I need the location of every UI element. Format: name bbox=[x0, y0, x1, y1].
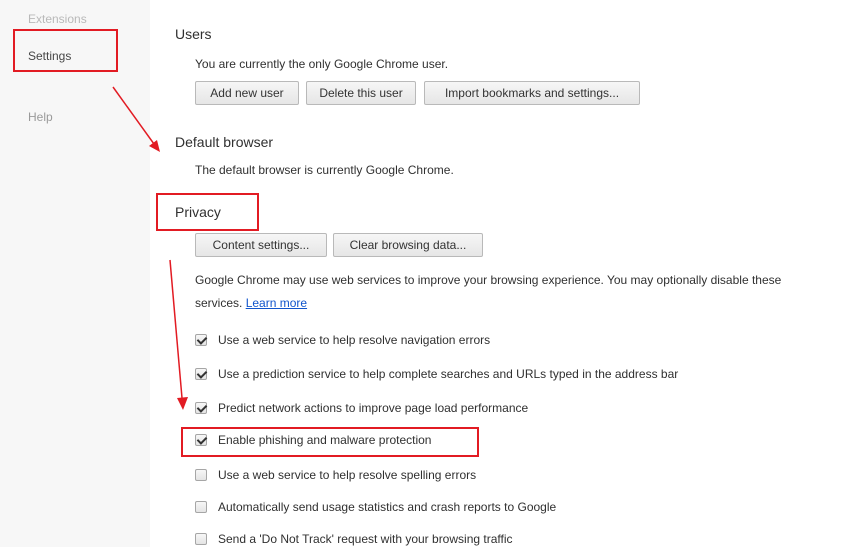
arrow-settings-to-default-browser bbox=[112, 86, 160, 152]
arrow-privacy-to-phishing bbox=[169, 259, 188, 410]
annotation-arrows bbox=[112, 86, 188, 410]
